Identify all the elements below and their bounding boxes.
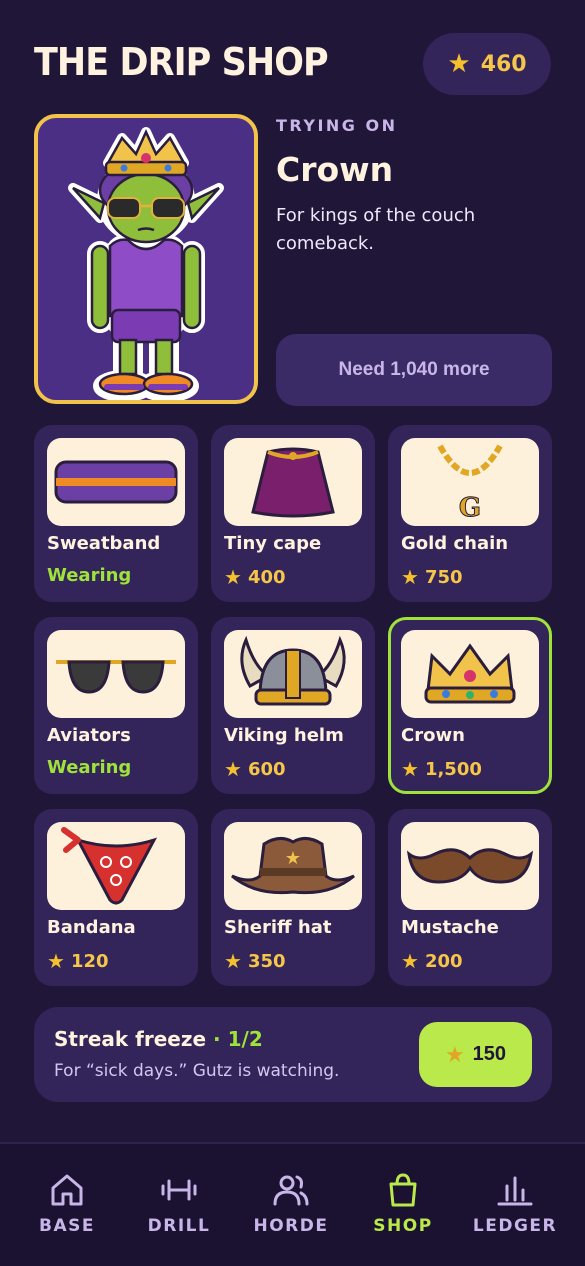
crown-icon (401, 630, 539, 718)
users-icon (273, 1175, 309, 1206)
item-card-bandana[interactable]: Bandana ★ 120 (34, 809, 198, 986)
star-icon: ★ (401, 565, 419, 589)
star-icon: ★ (401, 949, 419, 973)
item-price: ★ 600 (224, 757, 286, 781)
nav-item-shop[interactable]: SHOP (348, 1172, 458, 1236)
star-icon: ★ (224, 565, 242, 589)
page-title: THE DRIP SHOP (34, 40, 329, 84)
trying-on-label: TRYING ON (276, 116, 398, 135)
item-name: Gold chain (401, 533, 509, 554)
preview-item-description: For kings of the couch comeback. (276, 205, 476, 254)
nav-item-drill[interactable]: DRILL (124, 1172, 234, 1236)
wearing-status: Wearing (47, 757, 132, 778)
home-icon (51, 1174, 83, 1206)
item-price: ★ 120 (47, 949, 109, 973)
sheriff-hat-icon: ★ (224, 822, 362, 910)
preview-item-name: Crown (276, 150, 394, 189)
star-balance[interactable]: ★ 460 (423, 33, 551, 95)
item-name: Bandana (47, 917, 136, 938)
mustache-icon (401, 822, 539, 910)
item-name: Sweatband (47, 533, 161, 554)
header: THE DRIP SHOP ★ 460 (34, 33, 551, 96)
star-icon: ★ (47, 949, 65, 973)
item-name: Viking helm (224, 725, 344, 746)
streak-freeze-count: · 1/2 (213, 1027, 263, 1051)
balance-value: 460 (480, 51, 527, 77)
streak-freeze-card: Streak freeze · 1/2 For “sick days.” Gut… (34, 1007, 552, 1102)
item-name: Tiny cape (224, 533, 322, 554)
item-card-tiny-cape[interactable]: Tiny cape ★ 400 (211, 425, 375, 602)
item-card-sheriff-hat[interactable]: ★ Sheriff hat ★ 350 (211, 809, 375, 986)
svg-text:★: ★ (285, 848, 301, 869)
gold-chain-icon: G (401, 438, 539, 526)
cape-icon (224, 438, 362, 526)
item-name: Sheriff hat (224, 917, 332, 938)
dumbbell-icon (161, 1179, 197, 1201)
streak-freeze-title: Streak freeze · 1/2 (54, 1027, 263, 1051)
streak-freeze-subtitle: For “sick days.” Gutz is watching. (54, 1061, 340, 1081)
bar-chart-icon (497, 1176, 533, 1206)
nav-item-base[interactable]: BASE (12, 1172, 122, 1236)
avatar-preview (34, 114, 258, 404)
bandana-icon (47, 822, 185, 910)
star-icon: ★ (447, 49, 471, 79)
item-card-sweatband[interactable]: Sweatband Wearing (34, 425, 198, 602)
buy-streak-freeze-button[interactable]: ★ 150 (419, 1022, 532, 1087)
nav-item-ledger[interactable]: LEDGER (460, 1172, 570, 1236)
item-price: ★ 400 (224, 565, 286, 589)
wearing-status: Wearing (47, 565, 132, 586)
star-icon: ★ (224, 757, 242, 781)
shopping-bag-icon (389, 1173, 417, 1207)
star-icon: ★ (401, 757, 419, 781)
bottom-nav: BASE DRILL HORDE SHOP LEDGER (0, 1142, 585, 1266)
need-more-button[interactable]: Need 1,040 more (276, 334, 552, 406)
viking-helm-icon (224, 630, 362, 718)
item-card-gold-chain[interactable]: G Gold chain ★ 750 (388, 425, 552, 602)
item-price: ★ 1,500 (401, 757, 482, 781)
star-icon: ★ (444, 1041, 465, 1067)
item-name: Aviators (47, 725, 131, 746)
svg-text:G: G (459, 493, 481, 523)
star-icon: ★ (224, 949, 242, 973)
item-price: ★ 200 (401, 949, 463, 973)
item-name: Mustache (401, 917, 499, 938)
item-price: ★ 350 (224, 949, 286, 973)
item-card-viking-helm[interactable]: Viking helm ★ 600 (211, 617, 375, 794)
item-name: Crown (401, 725, 465, 746)
sweatband-icon (47, 438, 185, 526)
nav-item-horde[interactable]: HORDE (236, 1172, 346, 1236)
item-card-crown[interactable]: Crown ★ 1,500 (388, 617, 552, 794)
goblin-avatar-image (68, 127, 224, 400)
aviators-icon (47, 630, 185, 718)
item-price: ★ 750 (401, 565, 463, 589)
item-card-aviators[interactable]: Aviators Wearing (34, 617, 198, 794)
item-card-mustache[interactable]: Mustache ★ 200 (388, 809, 552, 986)
